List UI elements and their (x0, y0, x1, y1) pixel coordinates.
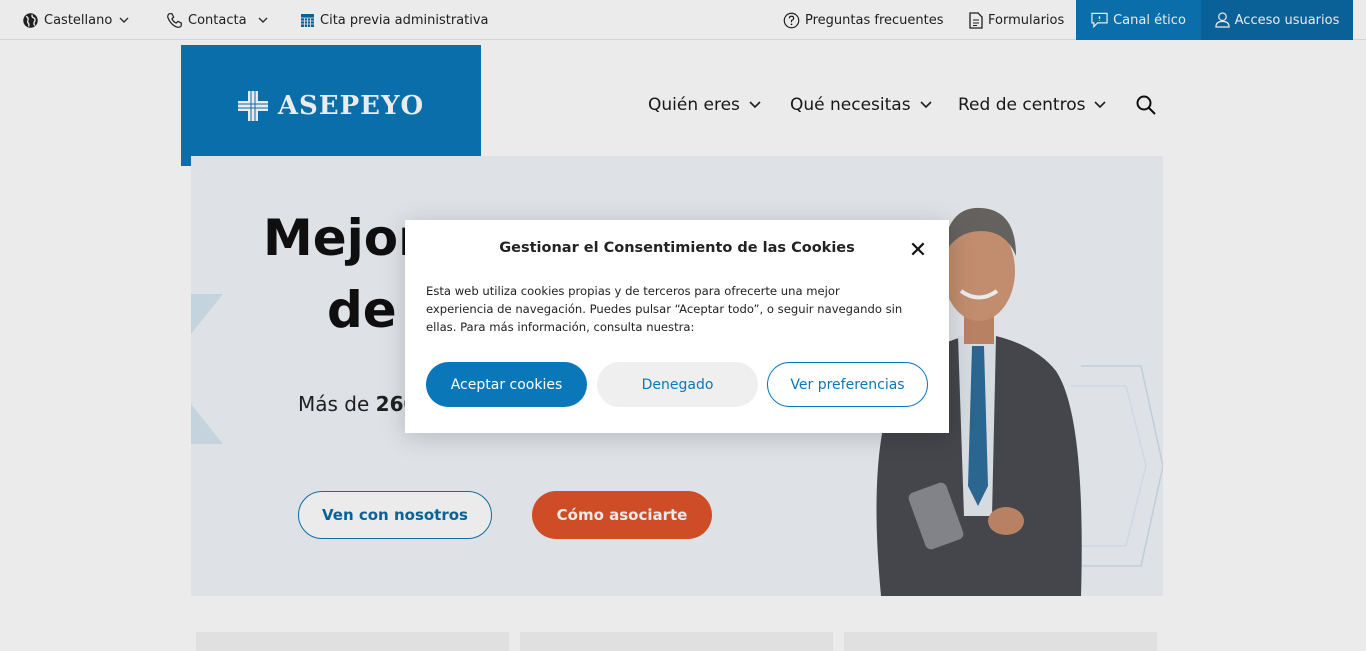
accept-cookies-button[interactable]: Aceptar cookies (426, 362, 587, 407)
cookie-consent-modal: Gestionar el Consentimiento de las Cooki… (405, 220, 949, 433)
close-icon[interactable]: ✕ (908, 240, 928, 262)
view-preferences-button[interactable]: Ver preferencias (767, 362, 928, 407)
cookie-modal-text: Esta web utiliza cookies propias y de te… (426, 284, 903, 334)
cookie-modal-title: Gestionar el Consentimiento de las Cooki… (499, 240, 855, 256)
deny-cookies-button[interactable]: Denegado (597, 362, 758, 407)
